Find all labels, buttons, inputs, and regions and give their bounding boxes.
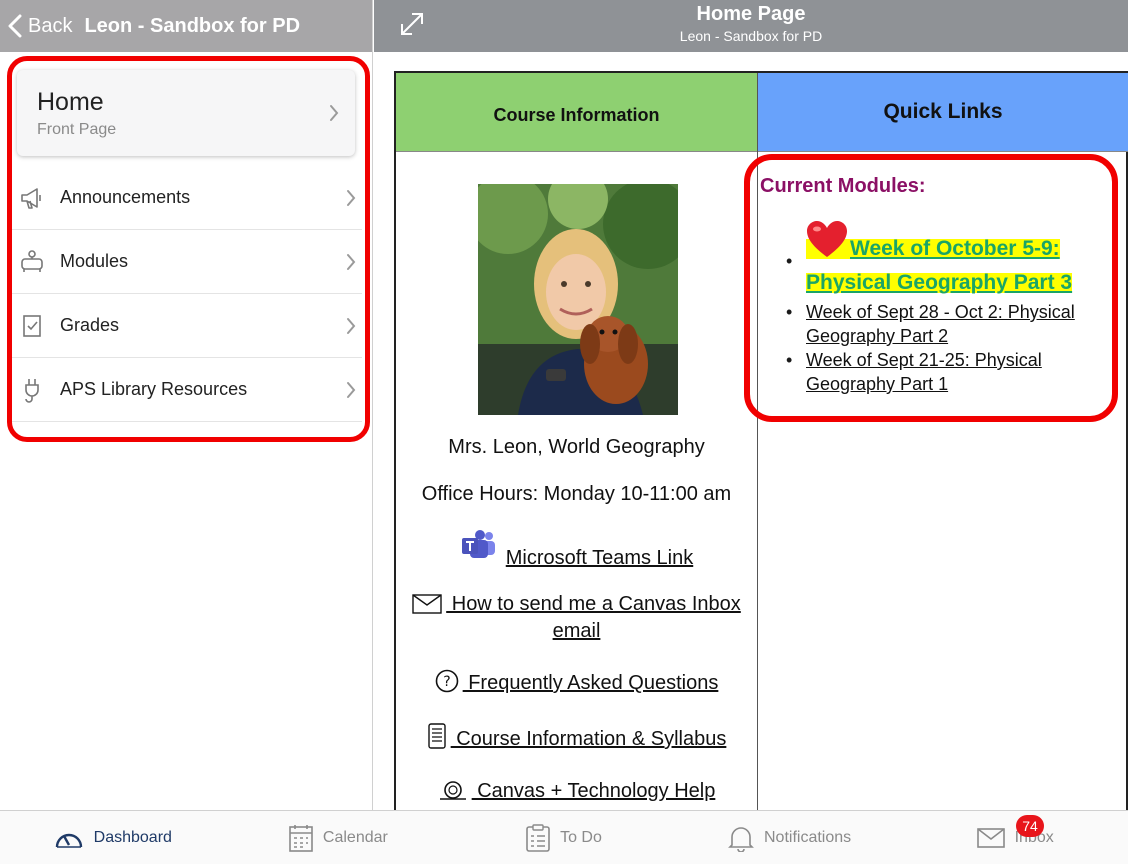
document-icon — [427, 723, 446, 749]
tab-label: Notifications — [764, 828, 852, 846]
current-modules-list: Week of October 5-9: Physical Geography … — [786, 221, 1106, 396]
tech-help-link[interactable]: Canvas + Technology Help — [472, 780, 715, 802]
tab-inbox[interactable]: Inbox — [902, 811, 1128, 864]
nav-item-announcements[interactable]: Announcements — [12, 166, 362, 230]
inbox-envelope-icon — [976, 827, 1005, 848]
course-nav-list: Announcements Modules Grades APS Library… — [12, 166, 362, 422]
home-title: Home — [37, 88, 104, 116]
expand-icon[interactable] — [398, 10, 426, 38]
heart-icon — [807, 221, 847, 257]
module-item: Week of Sept 21-25: Physical Geography P… — [786, 348, 1106, 396]
svg-text:?: ? — [443, 674, 450, 690]
nav-label-modules: Modules — [60, 251, 129, 271]
tab-label: Dashboard — [93, 828, 172, 846]
tab-calendar[interactable]: Calendar — [226, 811, 452, 864]
course-nav-pane: Back Leon - Sandbox for PD Home Front Pa… — [0, 0, 373, 810]
teams-link-row: Microsoft Teams Link — [396, 530, 757, 570]
nav-label-grades: Grades — [60, 315, 120, 335]
teacher-photo — [478, 184, 678, 415]
canvas-inbox-link[interactable]: How to send me a Canvas Inbox email — [446, 593, 741, 642]
help-ring-icon — [439, 781, 466, 800]
chevron-left-icon — [8, 14, 22, 38]
chevron-right-icon — [347, 317, 356, 334]
quick-links-heading: Quick Links — [758, 73, 1128, 152]
modules-icon — [12, 249, 52, 274]
bell-icon — [728, 826, 754, 852]
megaphone-icon — [12, 186, 52, 210]
question-circle-icon: ? — [435, 669, 458, 693]
grades-icon — [12, 314, 52, 338]
back-button[interactable]: Back — [8, 14, 72, 38]
module-link-week-sept-21-25[interactable]: Week of Sept 21-25: Physical Geography P… — [806, 350, 1042, 394]
course-title: Leon - Sandbox for PD — [84, 14, 301, 37]
plug-icon — [12, 377, 52, 403]
chevron-right-icon — [330, 105, 339, 121]
quick-links-column: Quick Links Current Modules: Week of Oct… — [758, 73, 1128, 810]
tab-notifications[interactable]: Notifications — [677, 811, 903, 864]
tab-to-do[interactable]: To Do — [451, 811, 677, 864]
teams-icon — [461, 530, 495, 558]
module-item: Week of Sept 28 - Oct 2: Physical Geogra… — [786, 300, 1106, 348]
course-information-column: Course Information Mrs. Leon, World Geog… — [396, 73, 758, 810]
home-subtitle: Front Page — [37, 121, 117, 138]
nav-item-aps-library-resources[interactable]: APS Library Resources — [12, 358, 362, 422]
left-header: Back Leon - Sandbox for PD — [0, 0, 372, 52]
envelope-icon — [412, 594, 442, 614]
page-subtitle: Leon - Sandbox for PD — [679, 28, 823, 44]
chevron-right-icon — [347, 381, 356, 398]
featured-highlight: Week of October 5-9: Physical Geography … — [806, 221, 1073, 294]
front-page-table: Course Information Mrs. Leon, World Geog… — [394, 71, 1128, 810]
chevron-right-icon — [347, 189, 356, 206]
chevron-right-icon — [347, 253, 356, 270]
nav-item-grades[interactable]: Grades — [12, 294, 362, 358]
back-label: Back — [28, 14, 73, 37]
tech-help-link-row: Canvas + Technology Help — [396, 779, 757, 803]
microsoft-teams-link[interactable]: Microsoft Teams Link — [506, 547, 693, 569]
module-link-week-sept-28-oct-2[interactable]: Week of Sept 28 - Oct 2: Physical Geogra… — [806, 302, 1075, 346]
current-modules-title: Current Modules: — [760, 175, 926, 197]
nav-item-modules[interactable]: Modules — [12, 230, 362, 294]
faq-link-row: ? Frequently Asked Questions — [396, 669, 757, 695]
module-item-featured: Week of October 5-9: Physical Geography … — [786, 221, 1106, 300]
nav-label-aps-library-resources: APS Library Resources — [60, 379, 248, 399]
bottom-tab-bar: Dashboard Calendar To Do Notifications I… — [0, 810, 1128, 864]
page-title: Home Page — [696, 3, 806, 25]
canvas-inbox-link-row: How to send me a Canvas Inbox email — [396, 591, 757, 645]
tab-dashboard[interactable]: Dashboard — [0, 811, 226, 864]
tab-label: Calendar — [322, 828, 388, 846]
tab-label: To Do — [560, 828, 602, 846]
syllabus-link-row: Course Information & Syllabus — [396, 723, 757, 751]
dashboard-gauge-icon — [55, 833, 82, 848]
right-header: Home Page Leon - Sandbox for PD — [374, 0, 1128, 52]
teacher-name: Mrs. Leon, World Geography — [448, 436, 705, 458]
course-information-heading: Course Information — [396, 73, 757, 152]
clipboard-icon — [526, 823, 550, 852]
faq-link[interactable]: Frequently Asked Questions — [463, 672, 718, 694]
calendar-icon — [289, 824, 313, 852]
office-hours: Office Hours: Monday 10-11:00 am — [421, 483, 732, 505]
home-nav-item[interactable]: Home Front Page — [17, 70, 355, 156]
nav-label-announcements: Announcements — [60, 187, 191, 207]
syllabus-link[interactable]: Course Information & Syllabus — [451, 728, 726, 750]
inbox-unread-badge: 74 — [1016, 815, 1044, 837]
